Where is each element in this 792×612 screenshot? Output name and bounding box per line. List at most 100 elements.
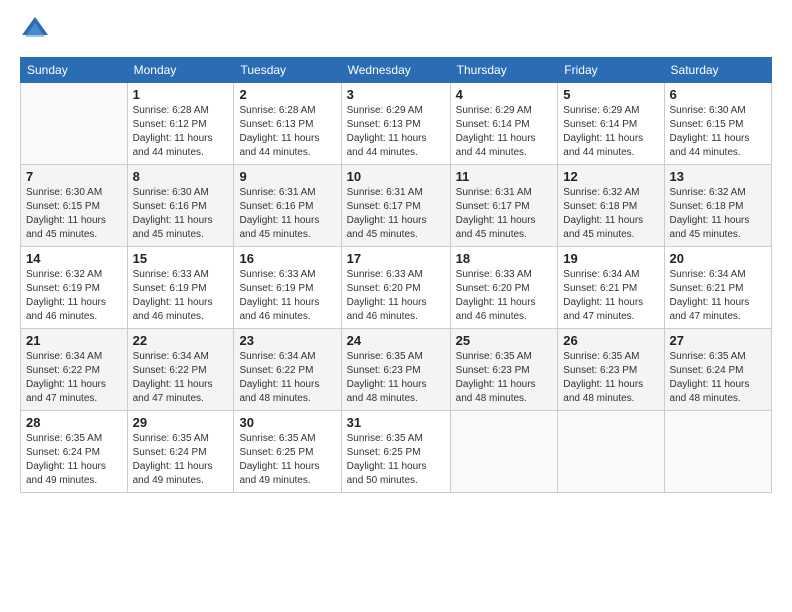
day-info: Sunrise: 6:29 AMSunset: 6:14 PMDaylight:… [563, 104, 658, 160]
day-number: 31 [347, 415, 445, 430]
day-number: 18 [456, 251, 553, 266]
day-info: Sunrise: 6:34 AMSunset: 6:22 PMDaylight:… [26, 350, 122, 406]
day-info: Sunrise: 6:33 AMSunset: 6:19 PMDaylight:… [133, 268, 229, 324]
week-row-2: 7 Sunrise: 6:30 AMSunset: 6:15 PMDaylight… [21, 165, 772, 247]
day-number: 15 [133, 251, 229, 266]
day-number: 16 [239, 251, 335, 266]
day-info: Sunrise: 6:31 AMSunset: 6:17 PMDaylight:… [456, 186, 553, 242]
day-info: Sunrise: 6:35 AMSunset: 6:24 PMDaylight:… [133, 432, 229, 488]
day-number: 2 [239, 87, 335, 102]
day-number: 17 [347, 251, 445, 266]
week-row-4: 21 Sunrise: 6:34 AMSunset: 6:22 PMDayligh… [21, 329, 772, 411]
day-info: Sunrise: 6:32 AMSunset: 6:19 PMDaylight:… [26, 268, 122, 324]
day-number: 3 [347, 87, 445, 102]
day-info: Sunrise: 6:35 AMSunset: 6:23 PMDaylight:… [563, 350, 658, 406]
weekday-saturday: Saturday [664, 58, 771, 83]
calendar-cell: 8 Sunrise: 6:30 AMSunset: 6:16 PMDaylight… [127, 165, 234, 247]
day-number: 21 [26, 333, 122, 348]
weekday-header-row: SundayMondayTuesdayWednesdayThursdayFrid… [21, 58, 772, 83]
calendar-cell: 9 Sunrise: 6:31 AMSunset: 6:16 PMDaylight… [234, 165, 341, 247]
day-number: 22 [133, 333, 229, 348]
calendar-cell: 5 Sunrise: 6:29 AMSunset: 6:14 PMDaylight… [558, 83, 664, 165]
logo [20, 15, 56, 45]
calendar-cell: 26 Sunrise: 6:35 AMSunset: 6:23 PMDayligh… [558, 329, 664, 411]
weekday-monday: Monday [127, 58, 234, 83]
day-number: 25 [456, 333, 553, 348]
day-number: 14 [26, 251, 122, 266]
day-number: 5 [563, 87, 658, 102]
day-info: Sunrise: 6:30 AMSunset: 6:16 PMDaylight:… [133, 186, 229, 242]
calendar-cell: 20Sunrise: 6:34 AMSunset: 6:21 PMDayligh… [664, 247, 771, 329]
day-info: Sunrise: 6:34 AMSunset: 6:22 PMDaylight:… [133, 350, 229, 406]
weekday-thursday: Thursday [450, 58, 558, 83]
calendar-cell [21, 83, 128, 165]
calendar-cell: 31 Sunrise: 6:35 AMSunset: 6:25 PMDayligh… [341, 411, 450, 493]
calendar-cell: 27Sunrise: 6:35 AMSunset: 6:24 PMDayligh… [664, 329, 771, 411]
day-info: Sunrise: 6:28 AMSunset: 6:13 PMDaylight:… [239, 104, 335, 160]
day-info: Sunrise: 6:30 AMSunset: 6:15 PMDaylight:… [670, 104, 766, 160]
calendar-cell: 15 Sunrise: 6:33 AMSunset: 6:19 PMDayligh… [127, 247, 234, 329]
day-info: Sunrise: 6:35 AMSunset: 6:23 PMDaylight:… [347, 350, 445, 406]
day-info: Sunrise: 6:35 AMSunset: 6:24 PMDaylight:… [26, 432, 122, 488]
week-row-5: 28 Sunrise: 6:35 AMSunset: 6:24 PMDayligh… [21, 411, 772, 493]
day-info: Sunrise: 6:29 AMSunset: 6:13 PMDaylight:… [347, 104, 445, 160]
day-number: 29 [133, 415, 229, 430]
calendar-page: SundayMondayTuesdayWednesdayThursdayFrid… [0, 0, 792, 612]
calendar-cell: 17 Sunrise: 6:33 AMSunset: 6:20 PMDayligh… [341, 247, 450, 329]
calendar-cell: 3 Sunrise: 6:29 AMSunset: 6:13 PMDaylight… [341, 83, 450, 165]
day-number: 28 [26, 415, 122, 430]
day-number: 11 [456, 169, 553, 184]
day-info: Sunrise: 6:31 AMSunset: 6:16 PMDaylight:… [239, 186, 335, 242]
calendar-cell: 30Sunrise: 6:35 AMSunset: 6:25 PMDayligh… [234, 411, 341, 493]
calendar-cell: 12Sunrise: 6:32 AMSunset: 6:18 PMDayligh… [558, 165, 664, 247]
calendar-cell: 7 Sunrise: 6:30 AMSunset: 6:15 PMDaylight… [21, 165, 128, 247]
day-info: Sunrise: 6:35 AMSunset: 6:25 PMDaylight:… [347, 432, 445, 488]
logo-icon [20, 15, 50, 45]
calendar-cell: 13Sunrise: 6:32 AMSunset: 6:18 PMDayligh… [664, 165, 771, 247]
calendar-cell: 19 Sunrise: 6:34 AMSunset: 6:21 PMDayligh… [558, 247, 664, 329]
day-info: Sunrise: 6:34 AMSunset: 6:21 PMDaylight:… [670, 268, 766, 324]
calendar-cell: 4 Sunrise: 6:29 AMSunset: 6:14 PMDaylight… [450, 83, 558, 165]
day-number: 6 [670, 87, 766, 102]
calendar-cell [664, 411, 771, 493]
day-info: Sunrise: 6:30 AMSunset: 6:15 PMDaylight:… [26, 186, 122, 242]
day-number: 7 [26, 169, 122, 184]
calendar-table: SundayMondayTuesdayWednesdayThursdayFrid… [20, 57, 772, 493]
day-number: 12 [563, 169, 658, 184]
day-info: Sunrise: 6:33 AMSunset: 6:20 PMDaylight:… [456, 268, 553, 324]
calendar-cell: 18 Sunrise: 6:33 AMSunset: 6:20 PMDayligh… [450, 247, 558, 329]
calendar-cell: 14 Sunrise: 6:32 AMSunset: 6:19 PMDayligh… [21, 247, 128, 329]
day-number: 8 [133, 169, 229, 184]
calendar-cell: 6 Sunrise: 6:30 AMSunset: 6:15 PMDaylight… [664, 83, 771, 165]
day-info: Sunrise: 6:33 AMSunset: 6:19 PMDaylight:… [239, 268, 335, 324]
calendar-cell: 11 Sunrise: 6:31 AMSunset: 6:17 PMDayligh… [450, 165, 558, 247]
day-info: Sunrise: 6:35 AMSunset: 6:23 PMDaylight:… [456, 350, 553, 406]
day-number: 19 [563, 251, 658, 266]
day-number: 1 [133, 87, 229, 102]
calendar-cell: 25 Sunrise: 6:35 AMSunset: 6:23 PMDayligh… [450, 329, 558, 411]
day-number: 23 [239, 333, 335, 348]
calendar-cell: 16 Sunrise: 6:33 AMSunset: 6:19 PMDayligh… [234, 247, 341, 329]
day-number: 27 [670, 333, 766, 348]
day-number: 9 [239, 169, 335, 184]
calendar-cell: 21 Sunrise: 6:34 AMSunset: 6:22 PMDayligh… [21, 329, 128, 411]
day-info: Sunrise: 6:35 AMSunset: 6:25 PMDaylight:… [239, 432, 335, 488]
day-number: 26 [563, 333, 658, 348]
calendar-cell: 23 Sunrise: 6:34 AMSunset: 6:22 PMDayligh… [234, 329, 341, 411]
calendar-cell: 22 Sunrise: 6:34 AMSunset: 6:22 PMDayligh… [127, 329, 234, 411]
day-info: Sunrise: 6:34 AMSunset: 6:21 PMDaylight:… [563, 268, 658, 324]
day-number: 24 [347, 333, 445, 348]
day-number: 10 [347, 169, 445, 184]
week-row-1: 1Sunrise: 6:28 AMSunset: 6:12 PMDaylight… [21, 83, 772, 165]
day-info: Sunrise: 6:32 AMSunset: 6:18 PMDaylight:… [670, 186, 766, 242]
calendar-cell: 24 Sunrise: 6:35 AMSunset: 6:23 PMDayligh… [341, 329, 450, 411]
day-number: 4 [456, 87, 553, 102]
day-info: Sunrise: 6:34 AMSunset: 6:22 PMDaylight:… [239, 350, 335, 406]
day-info: Sunrise: 6:29 AMSunset: 6:14 PMDaylight:… [456, 104, 553, 160]
weekday-wednesday: Wednesday [341, 58, 450, 83]
calendar-cell [558, 411, 664, 493]
day-info: Sunrise: 6:33 AMSunset: 6:20 PMDaylight:… [347, 268, 445, 324]
weekday-sunday: Sunday [21, 58, 128, 83]
calendar-cell: 1Sunrise: 6:28 AMSunset: 6:12 PMDaylight… [127, 83, 234, 165]
weekday-friday: Friday [558, 58, 664, 83]
